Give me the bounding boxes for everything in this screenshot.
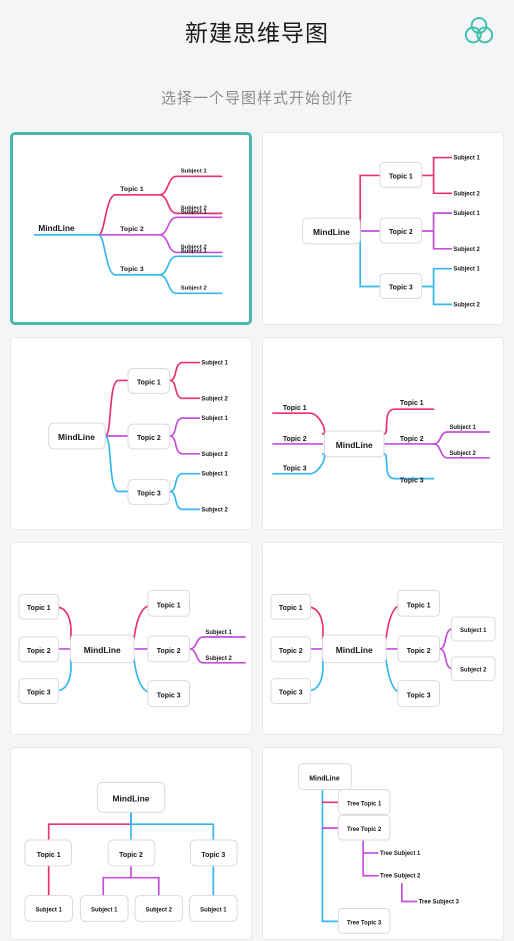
page-title: 新建思维导图: [185, 20, 329, 46]
node-topic-3: Topic 3: [120, 266, 144, 273]
node-tree-subject-3: Tree Subject 3: [419, 900, 460, 906]
node-subject-1: Subject 1: [200, 907, 227, 913]
node-subject-1: Subject 1: [449, 425, 476, 431]
node-subject-1: Subject 1: [453, 156, 480, 162]
node-topic-1-left: Topic 1: [279, 605, 303, 612]
node-topic-2: Topic 2: [119, 852, 143, 859]
node-tree-topic-1: Tree Topic 1: [347, 801, 382, 807]
node-topic-3-left: Topic 3: [279, 690, 303, 697]
node-subject-1: Subject 1: [453, 211, 480, 217]
node-topic-3-right: Topic 3: [157, 693, 181, 700]
style-card-right-logic-boxed-topics-right-angle[interactable]: MindLine Topic 1 Topic 2 Topic 3 Subject…: [262, 132, 504, 325]
node-topic-2: Topic 2: [137, 435, 161, 442]
style-grid: MindLine Topic 1 Topic 2 Topic 3 Subject…: [0, 132, 514, 940]
subtitle-row: 选择一个导图样式开始创作: [0, 62, 514, 132]
node-tree-topic-2: Tree Topic 2: [347, 827, 382, 833]
node-root: MindLine: [309, 776, 340, 783]
node-subject-1: Subject 1: [181, 209, 208, 215]
node-subject-2: Subject 2: [201, 507, 228, 513]
node-topic-2-left: Topic 2: [283, 436, 307, 443]
style-card-top-down-org-chart[interactable]: MindLine Topic 1 Topic 2 Topic 3 Subject…: [10, 747, 252, 940]
node-subject-1: Subject 1: [181, 248, 208, 254]
node-subject-2: Subject 2: [146, 907, 173, 913]
node-root: MindLine: [58, 432, 95, 442]
node-topic-3: Topic 3: [389, 284, 413, 291]
node-root: MindLine: [113, 793, 150, 803]
node-subject-1: Subject 1: [205, 630, 232, 636]
node-topic-2-right: Topic 2: [407, 648, 431, 655]
node-topic-1-right: Topic 1: [407, 602, 431, 609]
node-topic-1-left: Topic 1: [27, 605, 51, 612]
node-root: MindLine: [38, 224, 75, 233]
node-root: MindLine: [336, 645, 373, 655]
node-subject-2: Subject 2: [460, 668, 487, 674]
node-subject-1: Subject 1: [460, 628, 487, 634]
node-subject-2: Subject 2: [181, 285, 208, 291]
node-subject-1: Subject 1: [201, 472, 228, 478]
node-subject-2: Subject 2: [453, 302, 480, 308]
node-subject-1: Subject 1: [181, 168, 208, 174]
node-topic-3-left: Topic 3: [283, 466, 307, 473]
node-topic-1-right: Topic 1: [157, 602, 181, 609]
node-topic-1: Topic 1: [120, 186, 144, 193]
style-card-right-logic-text-branches[interactable]: MindLine Topic 1 Topic 2 Topic 3 Subject…: [10, 132, 252, 325]
node-topic-1: Topic 1: [389, 173, 413, 180]
page-header: 新建思维导图: [0, 0, 514, 62]
node-topic-1: Topic 1: [37, 852, 61, 859]
node-topic-3-right: Topic 3: [407, 693, 431, 700]
node-subject-2: Subject 2: [201, 452, 228, 458]
node-topic-3: Topic 3: [201, 852, 225, 859]
node-topic-2-left: Topic 2: [27, 648, 51, 655]
new-mindmap-page: 新建思维导图 选择一个导图样式开始创作 MindLine Topic 1 Top…: [0, 0, 514, 941]
node-topic-1: Topic 1: [137, 379, 161, 386]
node-subject-1: Subject 1: [201, 361, 228, 367]
style-card-bilateral-boxed-topics[interactable]: MindLine Topic 1 Topic 2 Topic 3 Topic 1…: [10, 542, 252, 735]
node-tree-subject-1: Tree Subject 1: [380, 851, 421, 857]
node-subject-2: Subject 2: [449, 451, 476, 457]
node-topic-2-left: Topic 2: [279, 648, 303, 655]
node-root: MindLine: [336, 440, 373, 450]
node-tree-topic-3: Tree Topic 3: [347, 920, 382, 926]
node-topic-1-left: Topic 1: [283, 405, 307, 412]
node-topic-3-right: Topic 3: [400, 478, 424, 485]
node-tree-subject-2: Tree Subject 2: [380, 874, 421, 880]
node-subject-2: Subject 2: [201, 396, 228, 402]
node-topic-2: Topic 2: [120, 226, 144, 233]
style-card-bilateral-text-branches[interactable]: MindLine Topic 1 Topic 2 Topic 3 Topic 1…: [262, 337, 504, 530]
node-subject-2: Subject 2: [453, 247, 480, 253]
style-card-bilateral-all-boxed[interactable]: MindLine Topic 1 Topic 2 Topic 3 Topic 1…: [262, 542, 504, 735]
style-card-right-logic-boxed-topics-curved[interactable]: MindLine Topic 1 Topic 2 Topic 3 Subject…: [10, 337, 252, 530]
node-subject-1: Subject 1: [35, 907, 62, 913]
node-topic-1-right: Topic 1: [400, 400, 424, 407]
node-subject-2: Subject 2: [205, 656, 232, 662]
node-topic-3: Topic 3: [137, 490, 161, 497]
node-subject-2: Subject 2: [453, 191, 480, 197]
three-circles-venn-icon[interactable]: [462, 14, 496, 48]
node-root: MindLine: [84, 645, 121, 655]
style-card-tree-outline[interactable]: MindLine Tree Topic 1 Tree Topic 2 Tree …: [262, 747, 504, 940]
node-topic-2: Topic 2: [389, 229, 413, 236]
node-topic-2-right: Topic 2: [400, 436, 424, 443]
node-subject-1: Subject 1: [91, 907, 118, 913]
node-subject-1: Subject 1: [453, 267, 480, 273]
page-subtitle: 选择一个导图样式开始创作: [160, 89, 353, 107]
node-topic-2-right: Topic 2: [157, 648, 181, 655]
node-topic-3-left: Topic 3: [27, 690, 51, 697]
node-subject-1: Subject 1: [201, 416, 228, 422]
node-root: MindLine: [313, 227, 350, 237]
